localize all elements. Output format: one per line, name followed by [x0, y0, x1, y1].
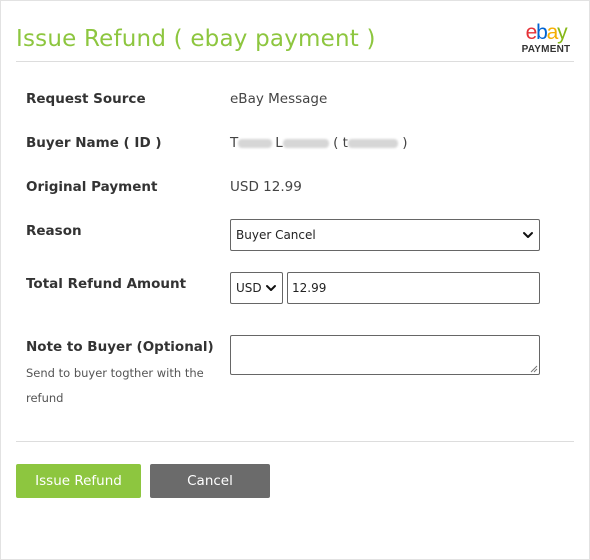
- note-to-buyer-label: Note to Buyer (Optional): [26, 339, 214, 355]
- reason-label: Reason: [26, 223, 82, 239]
- note-to-buyer-textarea[interactable]: [230, 335, 540, 375]
- redacted-buyer-id: [347, 138, 398, 148]
- ebay-logo-subtitle: PAYMENT: [521, 44, 571, 55]
- issue-refund-dialog: Issue Refund ( ebay payment ) ebay PAYME…: [0, 0, 590, 560]
- redacted-name-part: [238, 138, 273, 148]
- refund-amount-value: 12.99: [292, 281, 327, 295]
- issue-refund-button-label: Issue Refund: [35, 473, 122, 489]
- reason-selected-value: Buyer Cancel: [236, 228, 316, 242]
- dialog-title: Issue Refund ( ebay payment ): [16, 26, 376, 52]
- cancel-button-label: Cancel: [187, 473, 233, 489]
- note-to-buyer-hint: Send to buyer togther with the refund: [26, 366, 204, 405]
- reason-select[interactable]: Buyer Cancel: [230, 219, 540, 251]
- buyer-name-label: Buyer Name ( ID ): [26, 135, 162, 151]
- total-refund-label: Total Refund Amount: [26, 276, 187, 292]
- refund-amount-input[interactable]: 12.99: [287, 272, 540, 304]
- issue-refund-button[interactable]: Issue Refund: [16, 464, 141, 498]
- currency-selected-value: USD: [236, 281, 262, 295]
- ebay-payment-logo: ebay PAYMENT: [520, 22, 572, 56]
- request-source-value: eBay Message: [230, 91, 328, 107]
- original-payment-label: Original Payment: [26, 179, 158, 195]
- chevron-down-icon: [523, 232, 533, 238]
- chevron-down-icon: [266, 285, 276, 291]
- redacted-name-part: [282, 138, 329, 148]
- cancel-button[interactable]: Cancel: [150, 464, 270, 498]
- resize-grip-icon[interactable]: [530, 365, 538, 373]
- footer-divider: [16, 441, 574, 442]
- ebay-logo-wordmark: ebay: [525, 21, 568, 44]
- dialog-header: Issue Refund ( ebay payment ) ebay PAYME…: [16, 1, 574, 62]
- buyer-name-value: TL ( t ): [230, 135, 408, 151]
- request-source-label: Request Source: [26, 91, 146, 107]
- original-payment-value: USD 12.99: [230, 179, 302, 195]
- currency-select[interactable]: USD: [230, 272, 283, 304]
